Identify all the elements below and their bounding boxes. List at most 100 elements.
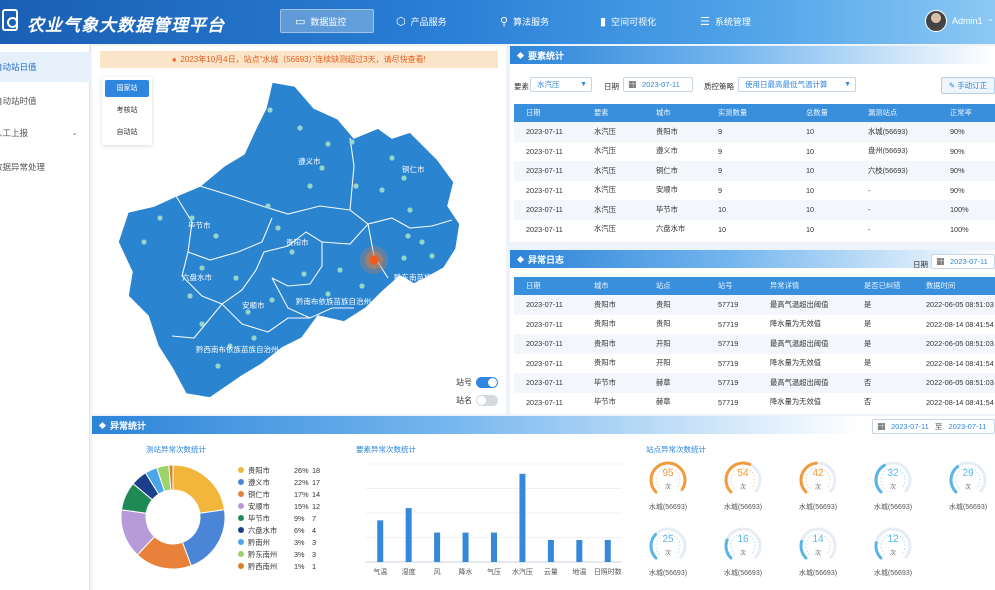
element-stats-panel: 要素统计 要素 水汽压 ▼ 日期 ▦ 2023-07-11 质控策略 使用日最高… <box>510 46 995 242</box>
table-row[interactable]: 2023-07-11 水汽压 六盘水市 10 10 - 100% <box>514 220 995 240</box>
table-row[interactable]: 2023-07-11 水汽压 毕节市 10 10-100% <box>514 200 995 220</box>
alert-station-marker[interactable] <box>360 246 388 274</box>
province-map[interactable]: 遵义市 铜仁市 毕节市 贵阳市 六盘水市 安顺市 黔南布依族苗族自治州 黔东南苗… <box>92 46 506 414</box>
legend-percent: 1% <box>294 562 305 571</box>
table-row[interactable]: 2023-07-11 贵阳市 开阳 57719 降水量为无效值 是 2022-08-14 0… <box>514 354 995 374</box>
gauge-value: 54 <box>737 468 749 479</box>
table-row[interactable]: 2023-07-11 水汽压 铜仁市 9 10 六枝(56693) 90% <box>514 161 995 181</box>
station-anomaly-gauges: 95 次水城(56693) 54 次水城(56693) 42 次水城(56693) 32 次水… <box>646 460 995 590</box>
table-cell: 盘州(56693) <box>868 146 908 156</box>
legend-item: 六盘水市 6% 4 <box>238 526 316 536</box>
date-value: 2023-07-11 <box>950 257 988 266</box>
table-cell: - <box>868 224 871 234</box>
sidebar-item-auto-station-hourly[interactable]: 自动站时值 <box>0 86 90 116</box>
nav-algorithm-service[interactable]: ⚲ 算法服务 <box>486 9 563 33</box>
table-cell: 铜仁市 <box>644 161 706 181</box>
bar[interactable] <box>519 473 526 562</box>
station-gauge[interactable]: 32 次 <box>873 460 913 500</box>
station-gauge[interactable]: 25 次 <box>648 526 688 566</box>
bar[interactable] <box>547 539 554 562</box>
legend-item: 黔西南州 1% 1 <box>238 562 316 572</box>
app-title: 农业气象大数据管理平台 <box>27 16 225 35</box>
table-cell: 10 <box>806 224 815 234</box>
table-row[interactable]: 2023-07-11 贵阳市 贵阳 57719 降水量为无效值 是 2022-08-14 0… <box>514 315 995 335</box>
top-bar: 农业气象大数据管理平台 ▭ 数据监控 ⬡ 产品服务 ⚲ 算法服务 ▮ 空间可视化… <box>0 0 995 44</box>
table-cell: 赫章 <box>656 397 671 407</box>
legend-percent: 15% <box>294 502 309 511</box>
station-type-national[interactable]: 国家站 <box>105 80 149 97</box>
nav-data-monitor[interactable]: ▭ 数据监控 <box>280 9 374 33</box>
donut-slice[interactable] <box>172 464 226 514</box>
element-value: 水汽压 <box>537 80 560 89</box>
station-type-auto[interactable]: 自动站 <box>105 124 149 141</box>
station-gauge[interactable]: 42 次 <box>798 460 838 500</box>
table-row[interactable]: 2023-07-11 毕节市 赫章 57719 最高气温超出阈值否 2022-06-05 … <box>514 373 995 393</box>
stats-date-range[interactable]: ▦ 2023-07-11 至 2023-07-11 <box>872 419 995 434</box>
table-row[interactable]: 2023-07-11 贵阳市 贵阳 57719 最高气温超出阈值是 2022-06-05 … <box>514 295 995 315</box>
bar[interactable] <box>576 539 583 562</box>
gauge-value: 16 <box>737 534 749 545</box>
legend-count: 4 <box>312 526 317 535</box>
table-row[interactable]: 2023-07-11 水汽压 安顺市 9 10 - 90% <box>514 181 995 201</box>
bar[interactable] <box>462 532 469 562</box>
legend-dot-icon <box>238 515 244 521</box>
date-to: 2023-07-11 <box>948 422 987 431</box>
sidebar-item-manual-report[interactable]: 人工上报 ⌄ <box>0 118 90 148</box>
qc-strategy-select[interactable]: 使用日最高最低气温计算 ▼ <box>738 77 856 92</box>
station-gauge[interactable]: 12 次 <box>873 526 913 566</box>
station-gauge[interactable]: 14 次 <box>798 526 838 566</box>
bar[interactable] <box>491 532 497 562</box>
gauge-ring <box>874 461 912 494</box>
toggle-label: 站名 <box>456 396 472 405</box>
log-date-picker[interactable]: ▦ 2023-07-11 <box>931 254 995 269</box>
element-select[interactable]: 水汽压 ▼ <box>530 77 592 92</box>
chart-title: 要素异常次数统计 <box>356 445 416 454</box>
legend-item: 黔南州 3% 3 <box>238 538 316 548</box>
manual-correct-button[interactable]: ✎ 手动订正 <box>941 77 995 94</box>
chevron-down-icon[interactable]: ⌄ <box>987 14 994 23</box>
bar[interactable] <box>604 539 611 562</box>
table-cell: 2022-08-14 08:41:54 <box>926 358 994 368</box>
bar[interactable] <box>405 508 412 562</box>
table-row[interactable]: 2023-07-11 水汽压 遵义市 9 10 盘州(56693) 90% <box>514 142 995 162</box>
gauge-value: 25 <box>662 534 674 545</box>
table-row[interactable]: 2023-07-11 水汽压 贵阳市 9 10 水城(56693) 90% <box>514 122 995 142</box>
table-cell: 2023-07-11 <box>526 224 563 234</box>
table-cell: 10 <box>794 200 856 220</box>
anomaly-stats-panel: 异常统计 ▦ 2023-07-11 至 2023-07-11 测站异常次数统计 … <box>92 416 995 590</box>
table-cell: 90% <box>938 161 995 181</box>
station-type-assessment[interactable]: 考核站 <box>105 102 149 119</box>
bar-chart-icon: ▮ <box>600 15 607 28</box>
nav-system-management[interactable]: ☰ 系统管理 <box>686 9 765 33</box>
donut-slice[interactable] <box>181 509 226 567</box>
bar[interactable] <box>434 532 441 562</box>
bar[interactable] <box>377 520 384 562</box>
table-cell: 2023-07-11 <box>526 185 563 195</box>
station-name-toggle[interactable] <box>476 395 498 406</box>
legend-count: 18 <box>312 466 321 475</box>
avatar[interactable] <box>925 10 947 32</box>
table-row[interactable]: 2023-07-11 毕节市 赫章 57719 降水量为无效值 否 2022-08-14 0… <box>514 393 995 413</box>
legend-dot-icon <box>238 467 244 473</box>
station-gauge[interactable]: 54 次 <box>723 460 763 500</box>
gauge-ring <box>799 461 837 494</box>
gauge-ring <box>949 461 987 494</box>
nav-product-service[interactable]: ⬡ 产品服务 <box>382 9 461 33</box>
region-label: 安顺市 <box>242 300 265 310</box>
panel-header: 异常统计 <box>92 416 862 434</box>
sidebar-item-auto-station-daily[interactable]: 自动站日值 <box>0 52 90 82</box>
element-anomaly-bar-chart: 气温 湿度 风 降水 气压 水汽压 云量 地温 日照时数 <box>366 463 622 576</box>
station-gauge[interactable]: 16 次 <box>723 526 763 566</box>
nav-spatial-visualization[interactable]: ▮ 空间可视化 <box>586 9 670 33</box>
legend-count: 17 <box>312 478 321 487</box>
table-row[interactable]: 2023-07-11 贵阳市 开阳 57719 最高气温超出阈值是 2022-06-05 … <box>514 334 995 354</box>
station-gauge[interactable]: 29 次 <box>948 460 988 500</box>
date-picker[interactable]: ▦ 2023-07-11 <box>623 77 693 92</box>
station-no-toggle[interactable] <box>476 377 498 388</box>
username[interactable]: Admin1 <box>952 16 983 26</box>
station-gauge[interactable]: 95 次 <box>648 460 688 500</box>
table-cell: 57719 <box>718 397 739 407</box>
table-cell: 是 <box>864 358 872 368</box>
gauge-unit: 次 <box>664 485 671 491</box>
sidebar-item-anomaly-handling[interactable]: 数据异常处理 <box>0 152 90 182</box>
